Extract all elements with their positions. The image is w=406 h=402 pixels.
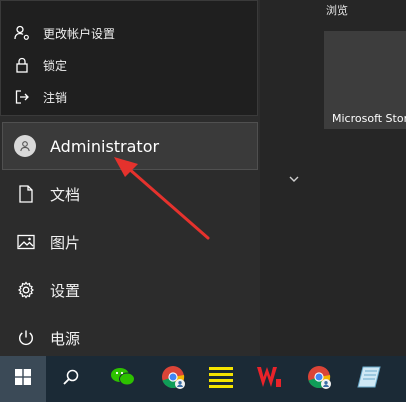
- notes-app-icon: [208, 365, 234, 393]
- nav-label-documents: 文档: [50, 185, 81, 204]
- chrome-taskbar-button[interactable]: [296, 356, 342, 402]
- person-settings-icon: [13, 24, 31, 42]
- account-menu-popup: 更改帐户设置 锁定 注销: [0, 0, 258, 116]
- windows-start-icon: [14, 368, 32, 390]
- document-icon: [14, 182, 38, 206]
- search-button[interactable]: [48, 356, 94, 402]
- nav-item-documents[interactable]: 文档: [0, 172, 260, 216]
- nav-label-settings: 设置: [50, 281, 81, 300]
- lock-item[interactable]: 锁定: [1, 49, 259, 81]
- change-account-settings-label: 更改帐户设置: [43, 26, 116, 41]
- search-icon: [62, 368, 80, 390]
- microsoft-store-label: Microsoft Store: [332, 112, 406, 125]
- wechat-icon: [110, 366, 136, 392]
- gear-icon: [14, 278, 38, 302]
- nav-item-pictures[interactable]: 图片: [0, 220, 260, 264]
- microsoft-store-tile[interactable]: Microsoft Store: [324, 31, 406, 129]
- wechat-taskbar-button[interactable]: [100, 356, 146, 402]
- chrome-profile-taskbar-button[interactable]: [150, 356, 196, 402]
- user-avatar-icon: [14, 135, 36, 157]
- wps-taskbar-button[interactable]: [246, 356, 292, 402]
- chrome-icon: [306, 364, 332, 394]
- file-app-taskbar-button[interactable]: [346, 356, 392, 402]
- sign-out-icon: [13, 88, 31, 106]
- wps-office-icon: [256, 365, 282, 393]
- picture-icon: [14, 230, 38, 254]
- taskbar: [0, 356, 406, 402]
- nav-label-pictures: 图片: [50, 233, 81, 252]
- user-account-button[interactable]: Administrator: [2, 122, 258, 170]
- file-app-icon: [356, 365, 382, 393]
- sign-out-label: 注销: [43, 90, 68, 105]
- nav-label-power: 电源: [50, 329, 81, 348]
- sign-out-item[interactable]: 注销: [1, 81, 259, 113]
- chrome-profile-icon: [160, 364, 186, 394]
- nav-item-power[interactable]: 电源: [0, 316, 260, 360]
- tile-group-label: 浏览: [326, 4, 348, 17]
- nav-item-settings[interactable]: 设置: [0, 268, 260, 312]
- start-button[interactable]: [0, 356, 46, 402]
- notes-taskbar-button[interactable]: [198, 356, 244, 402]
- chevron-down-icon[interactable]: [287, 172, 301, 186]
- lock-label: 锁定: [43, 58, 68, 73]
- change-account-settings-item[interactable]: 更改帐户设置: [1, 17, 259, 49]
- lock-icon: [13, 56, 31, 74]
- user-name: Administrator: [50, 136, 160, 156]
- power-icon: [14, 326, 38, 350]
